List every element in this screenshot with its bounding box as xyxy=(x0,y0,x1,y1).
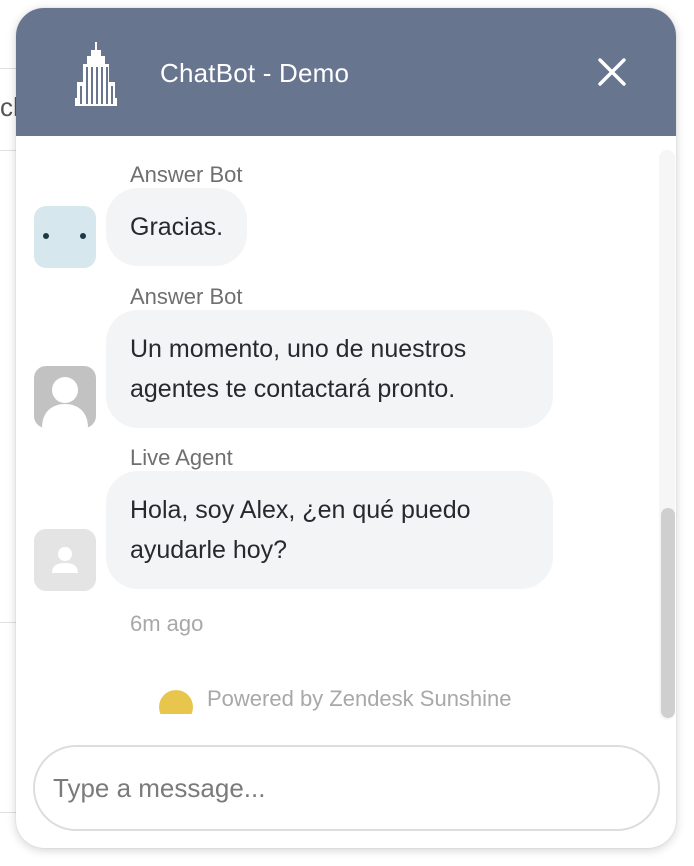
message-sender: Live Agent xyxy=(130,445,233,470)
chat-widget: ChatBot - Demo Answer Bot Gracias. Answe… xyxy=(16,8,676,848)
eye-icon xyxy=(80,233,86,239)
message-sender: Answer Bot xyxy=(130,284,243,309)
message-sender: Answer Bot xyxy=(130,162,243,187)
close-icon xyxy=(598,58,626,86)
message-list[interactable]: Answer Bot Gracias. Answer Bot Un moment… xyxy=(16,136,676,736)
message-bubble: Hola, soy Alex, ¿en qué puedo ayudarle h… xyxy=(106,471,553,589)
message-bubble: Gracias. xyxy=(106,188,248,266)
powered-by[interactable]: Powered by Zendesk Sunshine xyxy=(159,684,512,714)
chat-header: ChatBot - Demo xyxy=(16,8,676,136)
close-button[interactable] xyxy=(592,52,632,92)
powered-by-label: Powered by Zendesk Sunshine xyxy=(207,686,512,711)
zendesk-sun-icon xyxy=(159,690,193,714)
user-silhouette-icon xyxy=(42,377,88,428)
eye-icon xyxy=(43,233,49,239)
agent-avatar xyxy=(34,529,96,591)
bot-face-avatar xyxy=(34,206,96,268)
message-input[interactable] xyxy=(53,747,643,829)
message-composer xyxy=(33,745,660,831)
chat-title: ChatBot - Demo xyxy=(160,58,350,88)
message-bubble: Un momento, uno de nuestros agentes te c… xyxy=(106,310,553,428)
message-timestamp: 6m ago xyxy=(130,611,204,636)
scrollbar-thumb[interactable] xyxy=(661,508,675,718)
user-silhouette-icon xyxy=(52,547,78,573)
default-user-avatar xyxy=(34,366,96,428)
skyscraper-icon xyxy=(75,42,117,106)
